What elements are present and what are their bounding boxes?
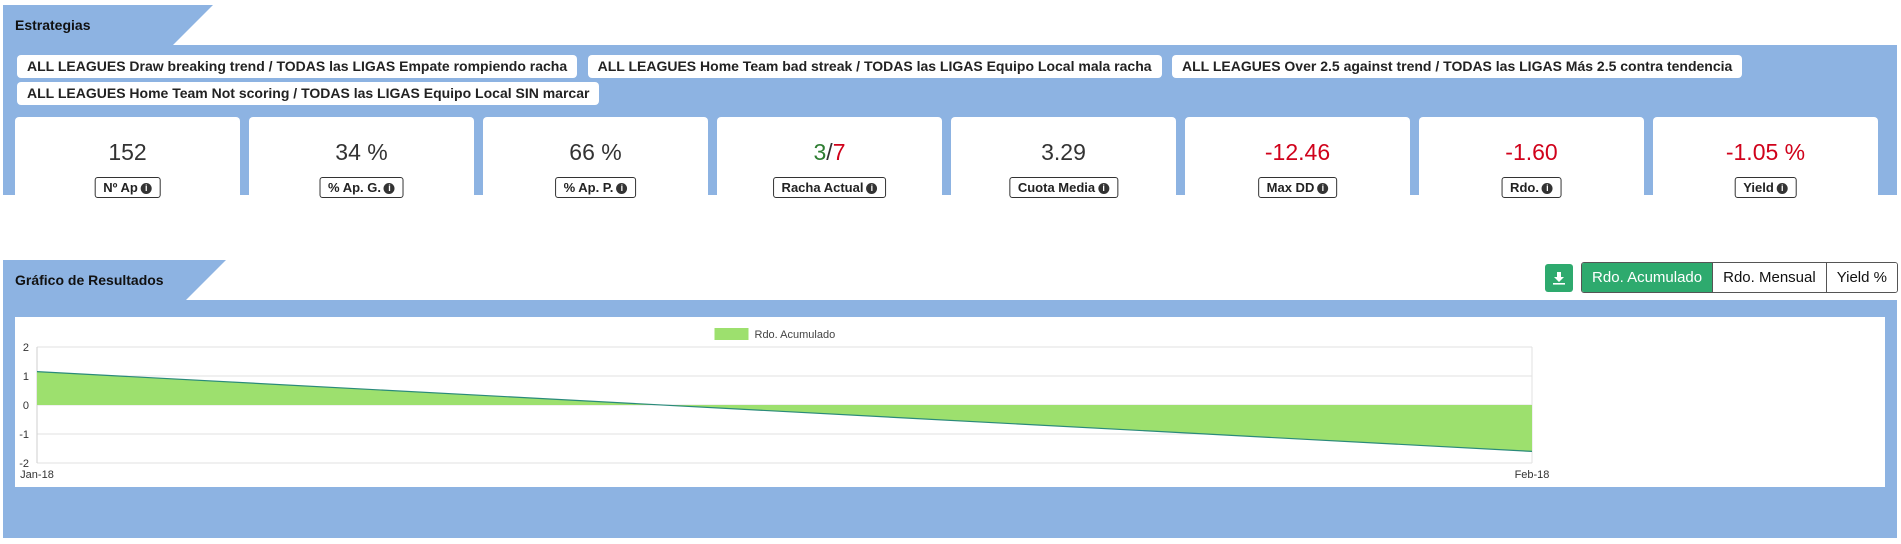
rdo-acumulado-button[interactable]: Rdo. Acumulado (1582, 263, 1713, 292)
stat-label[interactable]: Racha Actual i (772, 177, 887, 198)
stat-card-n-ap: 152 Nº Ap i (15, 117, 240, 213)
stat-label-text: Nº Ap (103, 180, 138, 195)
strategy-chip[interactable]: ALL LEAGUES Home Team Not scoring / TODA… (17, 82, 600, 105)
legend-label: Rdo. Acumulado (755, 329, 836, 341)
y-tick-label: 1 (23, 371, 29, 383)
info-icon[interactable]: i (1098, 183, 1110, 195)
stat-label-text: Cuota Media (1017, 180, 1096, 195)
info-icon[interactable]: i (866, 183, 878, 195)
stat-card-max-dd: -12.46 Max DD i (1185, 117, 1410, 213)
results-chart: 210-1-2Jan-18 Feb-18Rdo. Acumulado (19, 328, 1550, 481)
results-panel: 2 1 0 -1 -2 Jan-18 Feb-18 Rdo. Acumulado (3, 300, 1897, 538)
stat-label-text: % Ap. G. (328, 180, 381, 195)
chart-mode-toggle: Rdo. Acumulado Rdo. Mensual Yield % (1581, 262, 1898, 293)
stat-value: -1.05 % (1725, 139, 1806, 165)
x-tick-label: Feb-18 (1515, 469, 1550, 481)
stat-value: -12.46 (1264, 139, 1331, 165)
info-icon[interactable]: i (140, 183, 152, 195)
stat-label-text: Yield (1743, 180, 1774, 195)
strategies-section: Estrategias seleccionadas: ALL LEAGUES D… (3, 5, 1897, 213)
y-tick-label: 0 (23, 400, 29, 412)
strategies-title: Estrategias seleccionadas: (3, 5, 213, 73)
stat-label[interactable]: Rdo. i (1501, 177, 1562, 198)
stat-value-streak: 3/7 (717, 139, 942, 166)
stat-label[interactable]: Nº Ap i (94, 177, 161, 198)
stat-label[interactable]: Yield i (1734, 177, 1797, 198)
chart-container: 2 1 0 -1 -2 Jan-18 Feb-18 Rdo. Acumulado (15, 317, 1885, 487)
stat-card-ap-g: 34 % % Ap. G. i (249, 117, 474, 213)
info-icon[interactable]: i (383, 183, 395, 195)
stat-value: 3.29 (1041, 139, 1086, 165)
stat-value: -1.60 (1505, 139, 1558, 165)
strategy-chip[interactable]: ALL LEAGUES Draw breaking trend / TODAS … (17, 55, 578, 78)
streak-wins: 3 (813, 139, 827, 165)
legend-swatch (714, 328, 749, 340)
stat-card-cuota-media: 3.29 Cuota Media i (951, 117, 1176, 213)
stat-label[interactable]: Max DD i (1257, 177, 1338, 198)
strategies-panel: ALL LEAGUES Draw breaking trend / TODAS … (3, 45, 1897, 213)
chart-toolbar: Rdo. Acumulado Rdo. Mensual Yield % (1545, 262, 1898, 293)
info-icon[interactable]: i (1776, 183, 1788, 195)
stat-label-text: Racha Actual (781, 180, 864, 195)
results-section: Gráfico de Resultados 2 1 0 -1 -2 Jan-18 Feb-1… (3, 260, 1897, 540)
rdo-mensual-button[interactable]: Rdo. Mensual (1712, 263, 1826, 292)
info-icon[interactable]: i (1541, 183, 1553, 195)
stat-label[interactable]: Cuota Media i (1008, 177, 1119, 198)
y-tick-label: 2 (23, 342, 29, 354)
stat-value: 66 % (569, 139, 622, 165)
strategy-chip[interactable]: ALL LEAGUES Home Team bad streak / TODAS… (587, 55, 1162, 78)
info-icon[interactable]: i (616, 183, 628, 195)
download-icon (1553, 271, 1566, 285)
stat-value: 152 (108, 139, 147, 165)
stat-card-yield: -1.05 % Yield i (1653, 117, 1878, 213)
stat-card-ap-p: 66 % % Ap. P. i (483, 117, 708, 213)
y-tick-label: -1 (19, 429, 29, 441)
stat-label-text: % Ap. P. (563, 180, 614, 195)
stat-value: 34 % (335, 139, 388, 165)
stat-label[interactable]: % Ap. G. i (319, 177, 404, 198)
stat-label-text: Rdo. (1510, 180, 1539, 195)
stat-card-racha: 3/7 Racha Actual i (717, 117, 942, 213)
info-icon[interactable]: i (1317, 183, 1329, 195)
stat-label-text: Max DD (1266, 180, 1315, 195)
strategy-chip[interactable]: ALL LEAGUES Over 2.5 against trend / TOD… (1172, 55, 1743, 78)
yield-button[interactable]: Yield % (1825, 263, 1897, 292)
streak-losses: 7 (832, 139, 846, 165)
strategy-chips: ALL LEAGUES Draw breaking trend / TODAS … (17, 55, 1877, 109)
download-button[interactable] (1545, 263, 1574, 292)
stats-row: 152 Nº Ap i 34 % % Ap. G. i 66 % % Ap. P. i… (15, 117, 1878, 213)
stat-card-rdo: -1.60 Rdo. i (1419, 117, 1644, 213)
results-title: Gráfico de Resultados (3, 260, 226, 300)
stat-label[interactable]: % Ap. P. i (554, 177, 637, 198)
x-tick-label: Jan-18 (20, 469, 54, 481)
